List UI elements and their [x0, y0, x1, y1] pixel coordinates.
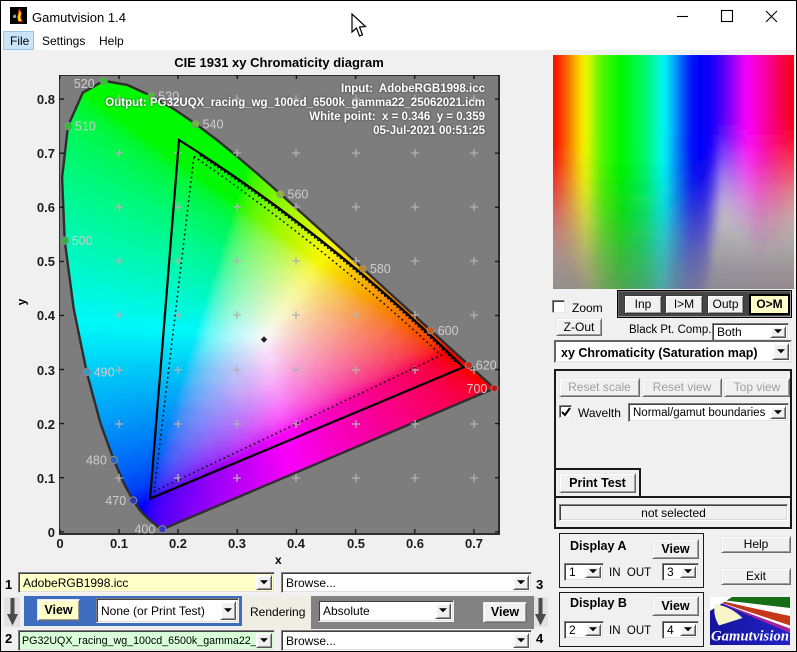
svg-text:620: 620 [476, 359, 497, 373]
svg-text:500: 500 [72, 234, 93, 248]
svg-text:510: 510 [75, 120, 96, 134]
svg-text:470: 470 [105, 494, 126, 508]
svg-text:400: 400 [134, 523, 155, 535]
svg-text:560: 560 [288, 188, 309, 202]
svg-text:540: 540 [203, 117, 224, 131]
svg-text:490: 490 [94, 366, 115, 380]
svg-text:700: 700 [467, 382, 488, 396]
svg-text:520: 520 [74, 77, 95, 91]
svg-text:580: 580 [370, 262, 391, 276]
svg-text:480: 480 [86, 454, 107, 468]
svg-text:600: 600 [438, 324, 459, 338]
